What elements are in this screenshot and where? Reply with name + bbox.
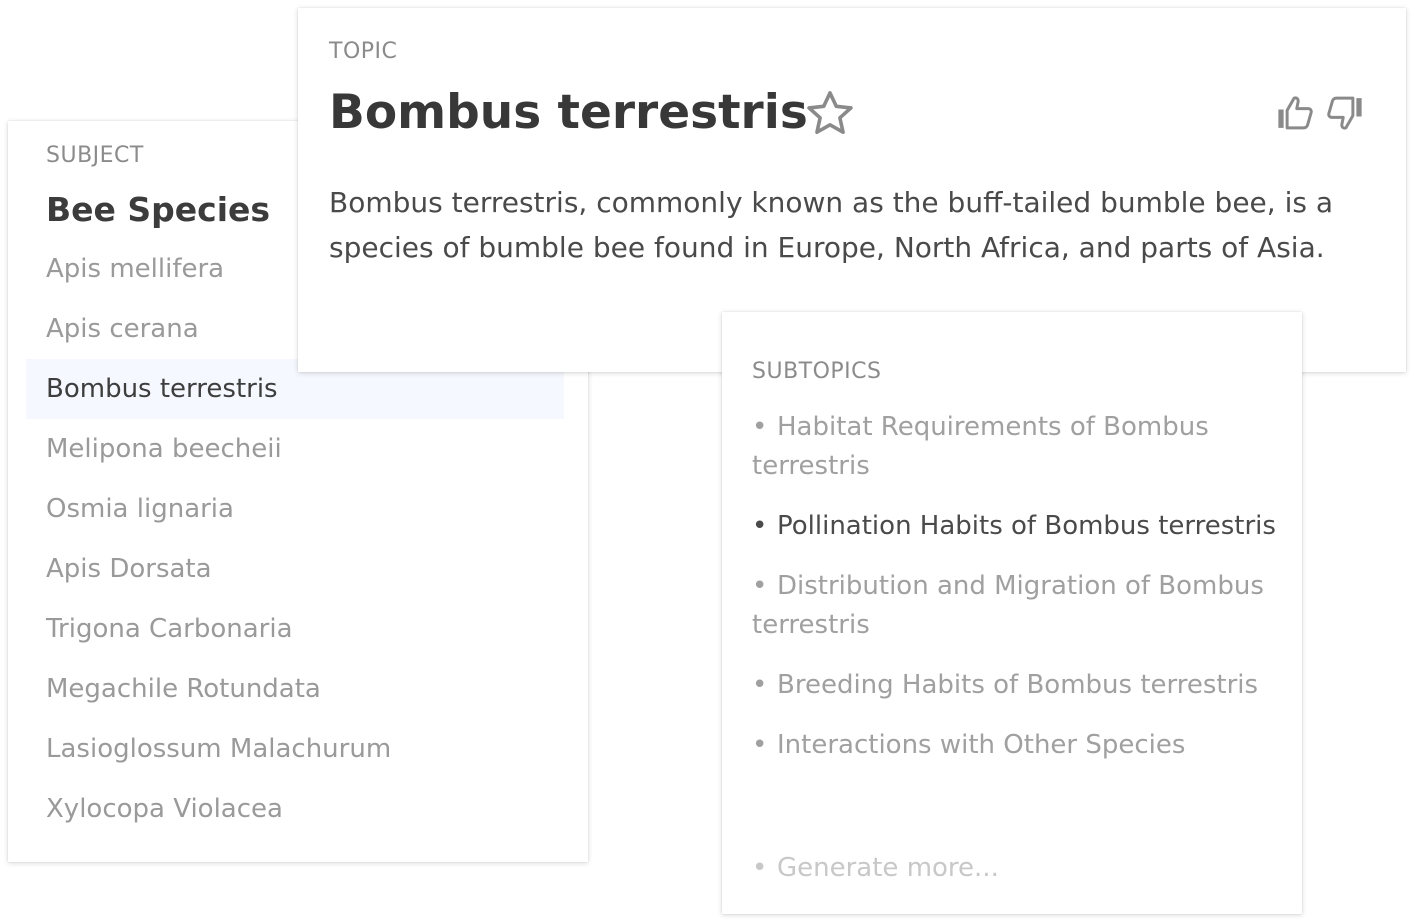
vote-buttons: [1274, 92, 1366, 136]
topic-description: Bombus terrestris, commonly known as the…: [329, 186, 1333, 264]
subtopics-overline: SUBTOPICS: [752, 359, 882, 384]
generate-more-label: Generate more...: [777, 853, 999, 883]
subtopic-label: Distribution and Migration of Bombus ter…: [752, 571, 1264, 640]
species-item-osmia-lignaria[interactable]: Osmia lignaria: [26, 479, 564, 539]
star-icon[interactable]: [803, 87, 857, 141]
subtopic-label: Habitat Requirements of Bombus terrestri…: [752, 412, 1209, 481]
species-item-megachile-rotundata[interactable]: Megachile Rotundata: [26, 659, 564, 719]
subtopic-label: Interactions with Other Species: [777, 730, 1186, 760]
topic-overline: TOPIC: [329, 39, 398, 64]
bullet: •: [752, 571, 768, 601]
species-item-apis-dorsata[interactable]: Apis Dorsata: [26, 539, 564, 599]
species-item-xylocopa-violacea[interactable]: Xylocopa Violacea: [26, 779, 564, 839]
bullet: •: [752, 412, 768, 442]
topic-title: Bombus terrestris: [329, 85, 808, 140]
subtopic-label: Breeding Habits of Bombus terrestris: [777, 670, 1259, 700]
subtopics-panel: SUBTOPICS • Habitat Requirements of Bombu…: [722, 312, 1302, 914]
subtopic-item-habitat[interactable]: • Habitat Requirements of Bombus terrestr…: [752, 408, 1276, 486]
subtopic-item-distribution[interactable]: • Distribution and Migration of Bombus te…: [752, 567, 1276, 645]
bullet: •: [752, 730, 768, 760]
species-item-lasioglossum-malachurum[interactable]: Lasioglossum Malachurum: [26, 719, 564, 779]
subtopic-item-pollination[interactable]: • Pollination Habits of Bombus terrestris: [752, 507, 1276, 546]
bullet: •: [752, 511, 768, 541]
subtopic-label: Pollination Habits of Bombus terrestris: [777, 511, 1276, 541]
topic-header: Bombus terrestris: [329, 78, 1366, 148]
thumbs-up-icon[interactable]: [1274, 92, 1316, 134]
species-item-trigona-carbonaria[interactable]: Trigona Carbonaria: [26, 599, 564, 659]
subtopic-list: • Habitat Requirements of Bombus terrestr…: [752, 408, 1276, 765]
bullet: •: [752, 853, 768, 883]
subtopic-item-breeding[interactable]: • Breeding Habits of Bombus terrestris: [752, 666, 1276, 705]
subtopic-item-interactions[interactable]: • Interactions with Other Species: [752, 726, 1276, 765]
bullet: •: [752, 670, 768, 700]
species-item-melipona-beecheii[interactable]: Melipona beecheii: [26, 419, 564, 479]
thumbs-down-icon[interactable]: [1324, 92, 1366, 134]
generate-more-button[interactable]: • Generate more...: [752, 849, 999, 888]
